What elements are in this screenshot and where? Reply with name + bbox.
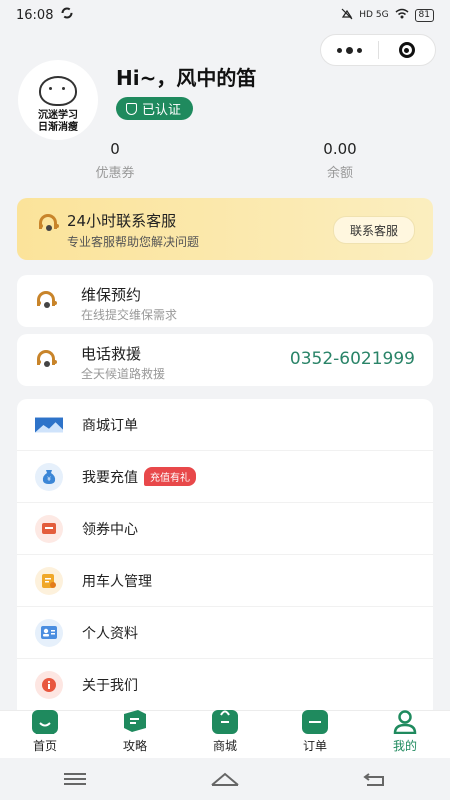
card-title: 电话救援: [81, 345, 142, 363]
card-subtitle: 在线提交维保需求: [81, 308, 178, 322]
menu-item-mall-orders[interactable]: 商城订单: [17, 399, 433, 451]
coupon-label: 优惠券: [95, 166, 135, 181]
verified-label: 已认证: [142, 103, 182, 118]
menu-item-profile[interactable]: 个人资料: [17, 607, 433, 659]
verified-badge: 已认证: [116, 97, 194, 120]
tab-home[interactable]: 首页: [0, 710, 90, 759]
close-miniprogram-button[interactable]: [379, 35, 436, 65]
shield-check-icon: [126, 102, 137, 115]
tab-label: 商城: [212, 739, 237, 753]
mall-order-icon: [35, 411, 63, 439]
svg-text:¥: ¥: [47, 476, 51, 483]
profile-icon: [35, 618, 63, 647]
avatar-text-line1: 沉迷学习: [38, 110, 78, 121]
more-button[interactable]: [321, 35, 378, 65]
network-label: HD 5G: [359, 10, 389, 20]
home-nav-button[interactable]: [205, 764, 245, 794]
menu-label: 我要充值: [82, 469, 138, 486]
menu-item-about-us[interactable]: 关于我们: [17, 659, 433, 711]
miniprogram-capsule: [320, 34, 436, 66]
mute-icon: [341, 8, 353, 23]
menu-item-driver-management[interactable]: 用车人管理: [17, 555, 433, 607]
avatar-text-line2: 日渐消瘦: [38, 122, 78, 133]
battery-icon: 81: [414, 8, 434, 22]
status-bar: 16:08 HD 5G 81: [0, 0, 450, 30]
guide-icon: [122, 710, 148, 734]
recent-apps-button[interactable]: [55, 764, 95, 794]
home-outline-icon: [211, 772, 239, 786]
user-greeting: Hi~，风中的笛: [116, 66, 257, 90]
menu-lines-icon: [64, 773, 86, 785]
menu-label: 关于我们: [82, 677, 138, 694]
coupon-icon: [35, 514, 63, 543]
coupon-count: 0: [110, 140, 120, 158]
shop-icon: [212, 710, 238, 734]
user-icon: [392, 710, 418, 735]
system-navigation-bar: [0, 758, 450, 800]
tab-label: 首页: [32, 739, 57, 753]
balance-stat[interactable]: 0.00 余额: [240, 140, 440, 181]
home-icon: [32, 710, 58, 734]
contact-service-button[interactable]: 联系客服: [332, 216, 415, 244]
target-icon: [398, 42, 415, 58]
cs-subtitle: 专业客服帮助您解决问题: [67, 235, 200, 249]
menu-label: 商城订单: [82, 417, 138, 434]
menu-item-recharge[interactable]: ¥ 我要充值 充值有礼: [17, 451, 433, 503]
balance-value: 0.00: [323, 140, 357, 158]
avatar-face-icon: [39, 76, 77, 106]
headset-icon: [37, 212, 59, 234]
headset-icon: [35, 289, 57, 311]
rescue-phone-link[interactable]: 0352-6021999: [290, 349, 415, 369]
tab-shop[interactable]: 商城: [180, 710, 270, 759]
balance-label: 余额: [326, 166, 353, 181]
tab-mine[interactable]: 我的: [360, 710, 450, 759]
menu-label: 领券中心: [82, 521, 138, 538]
back-arrow-icon: [363, 773, 384, 786]
avatar[interactable]: 沉迷学习 日渐消瘦: [18, 60, 98, 140]
back-nav-button[interactable]: [355, 764, 395, 794]
sync-icon: [61, 7, 73, 23]
menu-item-coupon-center[interactable]: 领券中心: [17, 503, 433, 555]
bottom-tab-bar: 首页 攻略 商城 订单 我的: [0, 710, 450, 759]
tab-label: 我的: [392, 739, 417, 753]
recharge-icon: ¥: [35, 462, 63, 491]
wifi-icon: [395, 8, 409, 22]
card-subtitle: 全天候道路救援: [81, 367, 166, 381]
menu-label: 个人资料: [82, 625, 138, 642]
more-dots-icon: [336, 46, 362, 54]
customer-service-banner: 24小时联系客服 专业客服帮助您解决问题 联系客服: [17, 198, 433, 260]
coupon-stat[interactable]: 0 优惠券: [15, 140, 215, 181]
menu-list: 商城订单 ¥ 我要充值 充值有礼 领券中心 用车人管理 个人资料 关于我们: [17, 399, 433, 719]
order-icon: [302, 710, 328, 734]
cs-title: 24小时联系客服: [67, 212, 177, 230]
tab-label: 攻略: [122, 739, 147, 753]
tab-guide[interactable]: 攻略: [90, 710, 180, 759]
phone-rescue-card[interactable]: 电话救援 全天候道路救援 0352-6021999: [17, 334, 433, 386]
recharge-gift-tag: 充值有礼: [144, 467, 196, 486]
status-time: 16:08: [16, 7, 54, 23]
driver-management-icon: [35, 566, 63, 595]
menu-label: 用车人管理: [82, 573, 152, 590]
info-icon: [35, 670, 63, 699]
card-title: 维保预约: [81, 286, 142, 304]
maintenance-booking-card[interactable]: 维保预约 在线提交维保需求: [17, 275, 433, 327]
headset-icon: [35, 348, 57, 370]
tab-orders[interactable]: 订单: [270, 710, 360, 759]
tab-label: 订单: [302, 739, 327, 753]
